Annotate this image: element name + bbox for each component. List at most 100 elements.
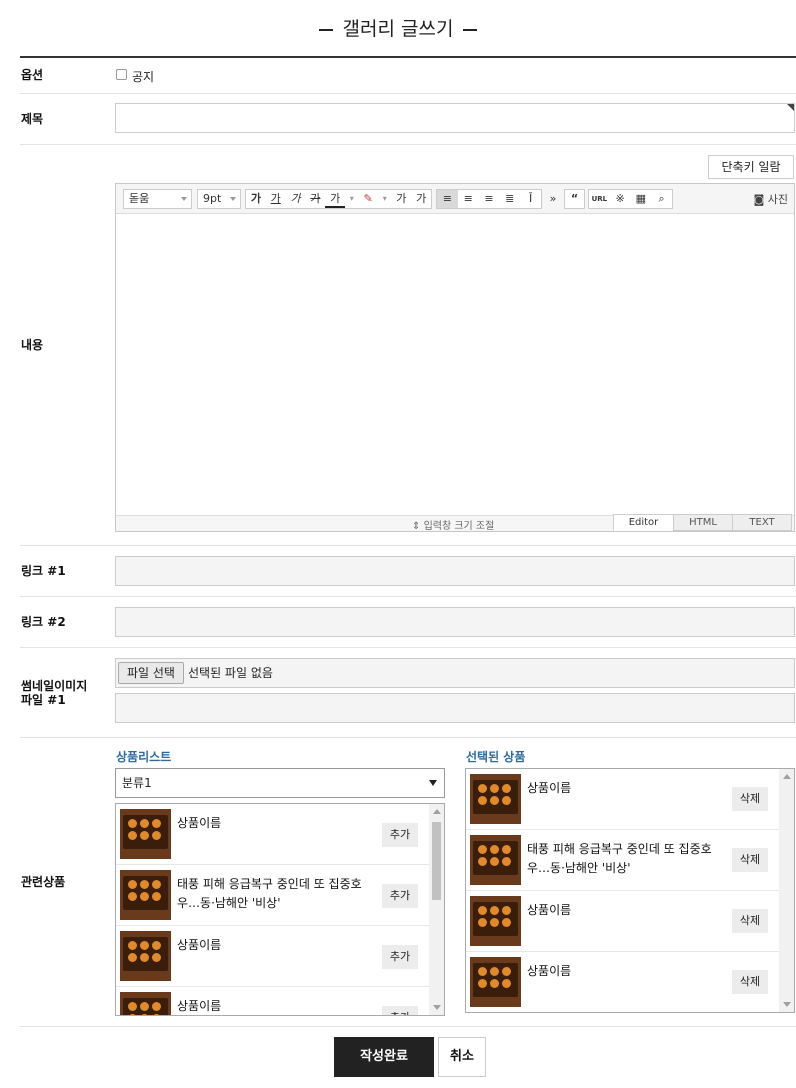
content-label: 내용 [21, 338, 44, 352]
submit-button[interactable]: 작성완료 [334, 1037, 434, 1077]
list-item: 상품이름 추가 [116, 926, 429, 987]
table-icon[interactable]: ▦ [631, 190, 652, 208]
title-dash-right [463, 28, 478, 31]
thumbnail-file-input: 파일 선택 선택된 파일 없음 [115, 658, 795, 688]
list-item: 태풍 피해 응급복구 중인데 또 집중호우…동·남해안 '비상' 삭제 [466, 830, 779, 891]
tab-text[interactable]: TEXT [732, 514, 792, 531]
file-select-button[interactable]: 파일 선택 [118, 662, 184, 684]
thumbnail-label-line2: 파일 #1 [21, 693, 66, 707]
product-list-heading: 상품리스트 [116, 750, 172, 764]
selected-list-scrollbar[interactable] [779, 769, 794, 1012]
row-divider [20, 737, 796, 738]
font-family-select[interactable]: 돋움 [123, 189, 192, 209]
remove-product-button[interactable]: 삭제 [732, 848, 768, 872]
resize-label: ⇕ 입력창 크기 조절 [412, 517, 494, 532]
category-select[interactable]: 분류1 [115, 768, 445, 798]
text-color-button[interactable]: 가 [325, 190, 346, 208]
product-name: 태풍 피해 응급복구 중인데 또 집중호우…동·남해안 '비상' [177, 877, 362, 910]
shortcut-list-button[interactable]: 단축키 일람 [708, 155, 794, 179]
product-list: 상품이름 추가 태풍 피해 응급복구 중인데 또 집중호우…동·남해안 '비상'… [115, 803, 445, 1016]
add-product-button[interactable]: 추가 [382, 884, 418, 908]
tab-html[interactable]: HTML [673, 514, 733, 531]
list-item: 상품이름 삭제 [466, 891, 779, 952]
chevron-down-icon [230, 197, 236, 201]
remove-product-button[interactable]: 삭제 [732, 970, 768, 994]
underline-button[interactable]: 가 [266, 190, 286, 208]
scroll-down-icon[interactable] [433, 1005, 441, 1010]
product-thumbnail [470, 957, 521, 1007]
product-name: 상품이름 [177, 938, 222, 952]
product-thumbnail [470, 774, 521, 824]
editor-toolbar: 돋움 9pt 가 가 가 가 가 ▾ ✎ ▾ 가 가 ≡ ≡ ≡ ≣ Ī » “ [116, 184, 794, 214]
search-icon[interactable]: ⌕ [651, 190, 672, 208]
list-item: 상품이름 추가 [116, 804, 429, 865]
align-justify-icon[interactable]: ≣ [499, 190, 520, 208]
chevron-down-icon [181, 197, 187, 201]
related-products-label: 관련상품 [21, 875, 66, 889]
resize-label-text: 입력창 크기 조절 [423, 521, 495, 532]
text-style-group: 가 가 가 가 가 ▾ ✎ ▾ 가 가 [245, 189, 432, 209]
strikethrough-button[interactable]: 가 [305, 190, 325, 208]
align-center-icon[interactable]: ≡ [458, 190, 479, 208]
product-thumbnail [120, 992, 171, 1015]
product-thumbnail [470, 896, 521, 946]
remove-product-button[interactable]: 삭제 [732, 909, 768, 933]
italic-button[interactable]: 가 [286, 190, 306, 208]
link1-input[interactable] [115, 556, 795, 586]
row-divider [20, 93, 796, 94]
quote-icon[interactable]: “ [565, 190, 584, 208]
scrollbar-thumb[interactable] [432, 822, 441, 900]
photo-button[interactable]: ◙ 사진 [754, 191, 788, 207]
add-product-button[interactable]: 추가 [382, 1006, 418, 1015]
scroll-up-icon[interactable] [783, 774, 791, 779]
subject-label: 제목 [21, 112, 44, 126]
scroll-down-icon[interactable] [783, 1002, 791, 1007]
selected-products-heading: 선택된 상품 [466, 750, 526, 764]
remove-product-button[interactable]: 삭제 [732, 787, 768, 811]
file-status: 선택된 파일 없음 [188, 666, 273, 680]
top-divider [20, 56, 796, 58]
product-name: 태풍 피해 응급복구 중인데 또 집중호우…동·남해안 '비상' [527, 842, 712, 875]
notice-checkbox-label[interactable]: 공지 [132, 68, 154, 85]
row-divider [20, 545, 796, 546]
highlight-dropdown-icon[interactable]: ▾ [378, 190, 391, 208]
more-icon[interactable]: » [545, 190, 561, 208]
row-divider [20, 647, 796, 648]
insert-group: URL ※ ▦ ⌕ [588, 189, 673, 209]
add-product-button[interactable]: 추가 [382, 945, 418, 969]
add-product-button[interactable]: 추가 [382, 823, 418, 847]
tab-editor[interactable]: Editor [613, 514, 674, 531]
font-size-select[interactable]: 9pt [197, 189, 241, 209]
highlight-icon[interactable]: ✎ [358, 190, 378, 208]
scroll-up-icon[interactable] [433, 809, 441, 814]
link2-input[interactable] [115, 607, 795, 637]
list-item: 태풍 피해 응급복구 중인데 또 집중호우…동·남해안 '비상' 추가 [116, 865, 429, 926]
option-label: 옵션 [21, 68, 44, 82]
category-select-value: 분류1 [122, 776, 152, 790]
list-item: 상품이름 추가 [116, 987, 429, 1015]
selected-product-list: 상품이름 삭제 태풍 피해 응급복구 중인데 또 집중호우…동·남해안 '비상'… [465, 768, 795, 1013]
notice-checkbox[interactable] [116, 69, 127, 80]
subscript-button[interactable]: 가 [411, 190, 431, 208]
text-color-dropdown-icon[interactable]: ▾ [345, 190, 358, 208]
thumbnail-extra-input[interactable] [115, 693, 795, 723]
line-height-icon[interactable]: Ī [520, 190, 541, 208]
cancel-button[interactable]: 취소 [438, 1037, 486, 1077]
list-item: 상품이름 삭제 [466, 769, 779, 830]
special-char-icon[interactable]: ※ [610, 190, 631, 208]
camera-icon: ◙ [753, 193, 765, 206]
url-button[interactable]: URL [589, 190, 610, 208]
page-title: 갤러리 글쓰기 [0, 14, 796, 41]
editor-content-area[interactable] [116, 215, 794, 515]
subject-input[interactable] [115, 103, 795, 133]
superscript-button[interactable]: 가 [391, 190, 411, 208]
product-list-scrollbar[interactable] [429, 804, 444, 1015]
chevron-down-icon [429, 780, 437, 786]
align-group: ≡ ≡ ≡ ≣ Ī [436, 189, 542, 209]
bold-button[interactable]: 가 [246, 190, 266, 208]
align-right-icon[interactable]: ≡ [479, 190, 500, 208]
product-name: 상품이름 [177, 816, 222, 830]
title-dash-left [318, 28, 333, 31]
link2-label: 링크 #2 [21, 615, 66, 629]
align-left-icon[interactable]: ≡ [437, 190, 458, 208]
